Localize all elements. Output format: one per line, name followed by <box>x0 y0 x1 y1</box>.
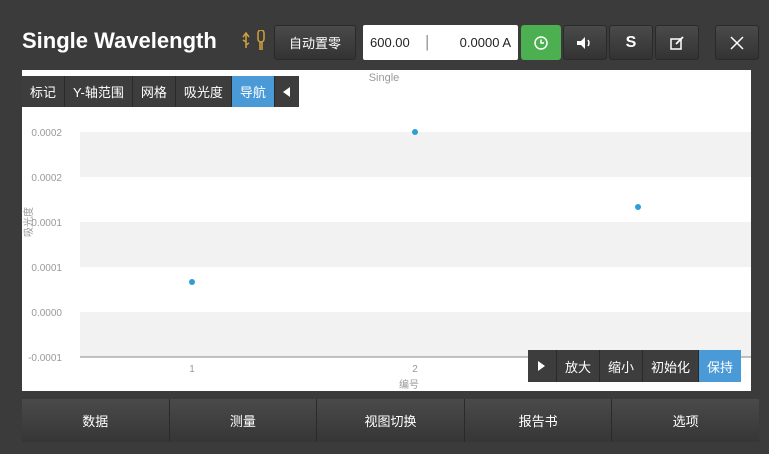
scatter-chart[interactable]: Single 吸光度 编号 0.0002 0.0002 0.0001 0.0001 0.… <box>22 70 751 391</box>
timer-button[interactable] <box>521 25 561 60</box>
edit-icon <box>670 35 684 50</box>
auto-zero-button[interactable]: 自动置零 <box>274 25 356 60</box>
triangle-left-icon <box>282 86 290 97</box>
close-icon <box>730 35 744 50</box>
chart-panel: Single 吸光度 编号 0.0002 0.0002 0.0001 0.0001 0.… <box>22 70 751 391</box>
separator: | <box>425 32 430 51</box>
reset-zoom-button[interactable]: 初始化 <box>643 350 700 382</box>
tab-data[interactable]: 数据 <box>22 399 170 442</box>
x-tick-label: 1 <box>189 364 195 375</box>
chart-title: Single <box>369 72 400 84</box>
y-tick-label: 0.0001 <box>31 218 62 229</box>
y-tick-label: -0.0001 <box>28 353 62 364</box>
edit-button[interactable] <box>655 25 699 60</box>
grid-band <box>80 132 751 177</box>
y-tick-label: 0.0002 <box>31 128 62 139</box>
triangle-right-icon <box>538 361 545 371</box>
y-tick-label: 0.0001 <box>31 263 62 274</box>
data-point[interactable] <box>412 129 418 135</box>
speaker-icon <box>577 36 590 49</box>
chart-nav-toolbar: 标记 Y-轴范围 网格 吸光度 导航 <box>22 76 299 107</box>
grid-band <box>80 222 751 267</box>
y-tick-label: 0.0002 <box>31 173 62 184</box>
data-point[interactable] <box>189 279 195 285</box>
toolbar-button-marker[interactable]: 标记 <box>22 76 66 107</box>
data-point[interactable] <box>635 204 641 210</box>
wavelength-reading-display: 600.00 | 0.0000 A <box>363 25 518 60</box>
close-button[interactable] <box>715 25 759 60</box>
tab-options[interactable]: 选项 <box>612 399 759 442</box>
s-button[interactable]: S <box>609 25 653 60</box>
toolbar-button-y-range[interactable]: Y-轴范围 <box>65 76 133 107</box>
toolbar-button-navigate[interactable]: 导航 <box>231 76 275 107</box>
sound-button[interactable] <box>563 25 607 60</box>
toolbar-button-absorbance[interactable]: 吸光度 <box>175 76 232 107</box>
hold-button[interactable]: 保持 <box>699 350 742 382</box>
x-tick-label: 2 <box>412 364 418 375</box>
x-axis-label: 编号 <box>399 378 419 391</box>
zoom-out-button[interactable]: 缩小 <box>600 350 644 382</box>
zoom-in-button[interactable]: 放大 <box>557 350 601 382</box>
bottom-tab-bar: 数据 测量 视图切换 报告书 选项 <box>22 399 759 442</box>
expand-toolbar-button[interactable] <box>528 350 557 382</box>
tab-report[interactable]: 报告书 <box>464 399 613 442</box>
collapse-toolbar-button[interactable] <box>274 76 299 107</box>
tab-measure[interactable]: 测量 <box>169 399 318 442</box>
app-title: Single Wavelength <box>22 28 217 53</box>
zoom-toolbar: 放大 缩小 初始化 保持 <box>528 350 742 382</box>
absorbance-reading: 0.0000 A <box>459 35 511 50</box>
usb-icon <box>242 30 265 50</box>
tab-view-switch[interactable]: 视图切换 <box>317 399 465 442</box>
wavelength-value: 600.00 <box>370 35 410 50</box>
clock-icon <box>534 35 548 50</box>
toolbar-button-grid[interactable]: 网格 <box>132 76 176 107</box>
y-tick-label: 0.0000 <box>31 308 62 319</box>
